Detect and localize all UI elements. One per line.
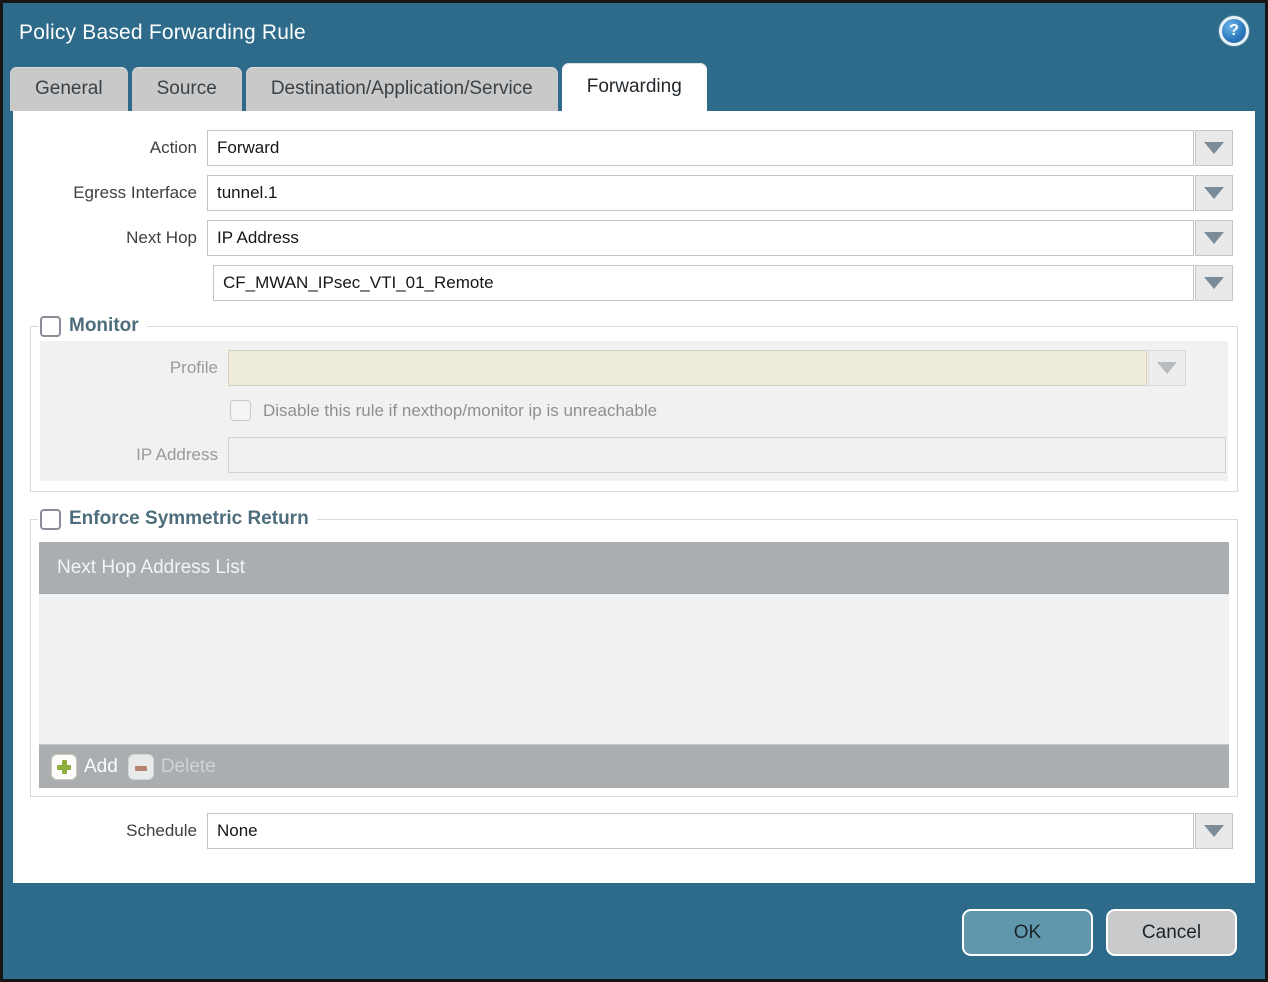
- profile-row: Profile: [40, 349, 1226, 386]
- dialog-title: Policy Based Forwarding Rule: [19, 21, 306, 44]
- next-hop-combo: [207, 220, 1233, 256]
- monitor-ip-row: IP Address: [40, 437, 1226, 473]
- monitor-panel: Profile Disable this rule if nexthop/mon…: [40, 341, 1228, 481]
- add-button-label: Add: [84, 755, 118, 777]
- tab-general-label: General: [35, 78, 103, 99]
- next-hop-type-input[interactable]: [207, 220, 1194, 256]
- monitor-ip-label: IP Address: [136, 445, 218, 464]
- disable-rule-row: Disable this rule if nexthop/monitor ip …: [230, 400, 1226, 421]
- minus-icon: [127, 753, 154, 780]
- profile-input: [228, 349, 1147, 386]
- schedule-label: Schedule: [126, 821, 197, 840]
- monitor-legend-label: Monitor: [69, 315, 139, 336]
- forwarding-tab-panel: Action Egress Interface Next Hop: [13, 111, 1255, 883]
- action-input[interactable]: [207, 130, 1194, 166]
- tab-destination-label: Destination/Application/Service: [270, 78, 533, 99]
- next-hop-address-table-header: Next Hop Address List: [39, 542, 1229, 594]
- next-hop-label: Next Hop: [126, 228, 197, 247]
- symmetric-return-section: Enforce Symmetric Return Next Hop Addres…: [30, 508, 1238, 797]
- chevron-down-icon: [1157, 361, 1177, 374]
- monitor-checkbox[interactable]: [40, 315, 61, 337]
- plus-icon: [51, 753, 77, 780]
- tab-forwarding[interactable]: Forwarding: [561, 63, 707, 111]
- dialog-titlebar: Policy Based Forwarding Rule ?: [3, 3, 1265, 63]
- tab-destination-application-service[interactable]: Destination/Application/Service: [245, 67, 558, 111]
- egress-interface-label: Egress Interface: [73, 183, 197, 202]
- action-combo: [207, 130, 1233, 166]
- schedule-dropdown-button[interactable]: [1195, 813, 1233, 849]
- profile-label: Profile: [169, 357, 218, 377]
- next-hop-address-dropdown-button[interactable]: [1195, 265, 1233, 301]
- schedule-input[interactable]: [207, 813, 1194, 849]
- symmetric-return-legend-label: Enforce Symmetric Return: [69, 508, 309, 529]
- help-icon[interactable]: ?: [1219, 16, 1249, 46]
- delete-button: Delete: [127, 753, 216, 780]
- chevron-down-icon: [1204, 277, 1224, 289]
- disable-rule-checkbox: [230, 400, 251, 421]
- next-hop-address-table: Next Hop Address List Add Delete: [39, 542, 1229, 788]
- next-hop-value-combo: [213, 265, 1233, 301]
- disable-rule-label: Disable this rule if nexthop/monitor ip …: [263, 400, 658, 420]
- egress-interface-input[interactable]: [207, 175, 1194, 211]
- symmetric-return-legend: Enforce Symmetric Return: [38, 508, 317, 530]
- egress-interface-dropdown-button[interactable]: [1195, 175, 1233, 211]
- egress-interface-row: Egress Interface: [13, 175, 1233, 211]
- help-glyph: ?: [1229, 22, 1239, 39]
- tab-bar: General Source Destination/Application/S…: [3, 63, 1265, 111]
- cancel-button[interactable]: Cancel: [1106, 909, 1237, 956]
- profile-combo: [228, 349, 1186, 386]
- chevron-down-icon: [1204, 232, 1224, 244]
- symmetric-return-checkbox[interactable]: [40, 508, 61, 530]
- tab-source-label: Source: [156, 78, 217, 99]
- tab-forwarding-label: Forwarding: [586, 76, 682, 97]
- next-hop-row: Next Hop: [13, 220, 1233, 256]
- action-label: Action: [149, 138, 197, 157]
- next-hop-address-input[interactable]: [213, 265, 1194, 301]
- chevron-down-icon: [1204, 825, 1224, 837]
- schedule-row: Schedule: [13, 813, 1233, 849]
- dialog-footer: OK Cancel: [3, 883, 1265, 980]
- chevron-down-icon: [1204, 187, 1224, 199]
- ok-button[interactable]: OK: [962, 909, 1093, 956]
- next-hop-address-list-column: Next Hop Address List: [57, 556, 245, 578]
- schedule-combo: [207, 813, 1233, 849]
- monitor-ip-input: [228, 437, 1226, 473]
- monitor-section: Monitor Profile Disable this rule if nex…: [30, 315, 1238, 492]
- tab-general[interactable]: General: [10, 67, 128, 111]
- tab-source[interactable]: Source: [131, 67, 242, 111]
- egress-interface-combo: [207, 175, 1233, 211]
- next-hop-value-row: [13, 265, 1233, 301]
- monitor-legend: Monitor: [38, 315, 147, 337]
- profile-dropdown-button: [1148, 349, 1186, 386]
- add-button[interactable]: Add: [51, 753, 118, 780]
- next-hop-dropdown-button[interactable]: [1195, 220, 1233, 256]
- action-row: Action: [13, 130, 1233, 166]
- delete-button-label: Delete: [160, 755, 216, 777]
- next-hop-address-table-toolbar: Add Delete: [39, 744, 1229, 788]
- action-dropdown-button[interactable]: [1195, 130, 1233, 166]
- chevron-down-icon: [1204, 142, 1224, 154]
- next-hop-address-table-body[interactable]: [39, 594, 1229, 744]
